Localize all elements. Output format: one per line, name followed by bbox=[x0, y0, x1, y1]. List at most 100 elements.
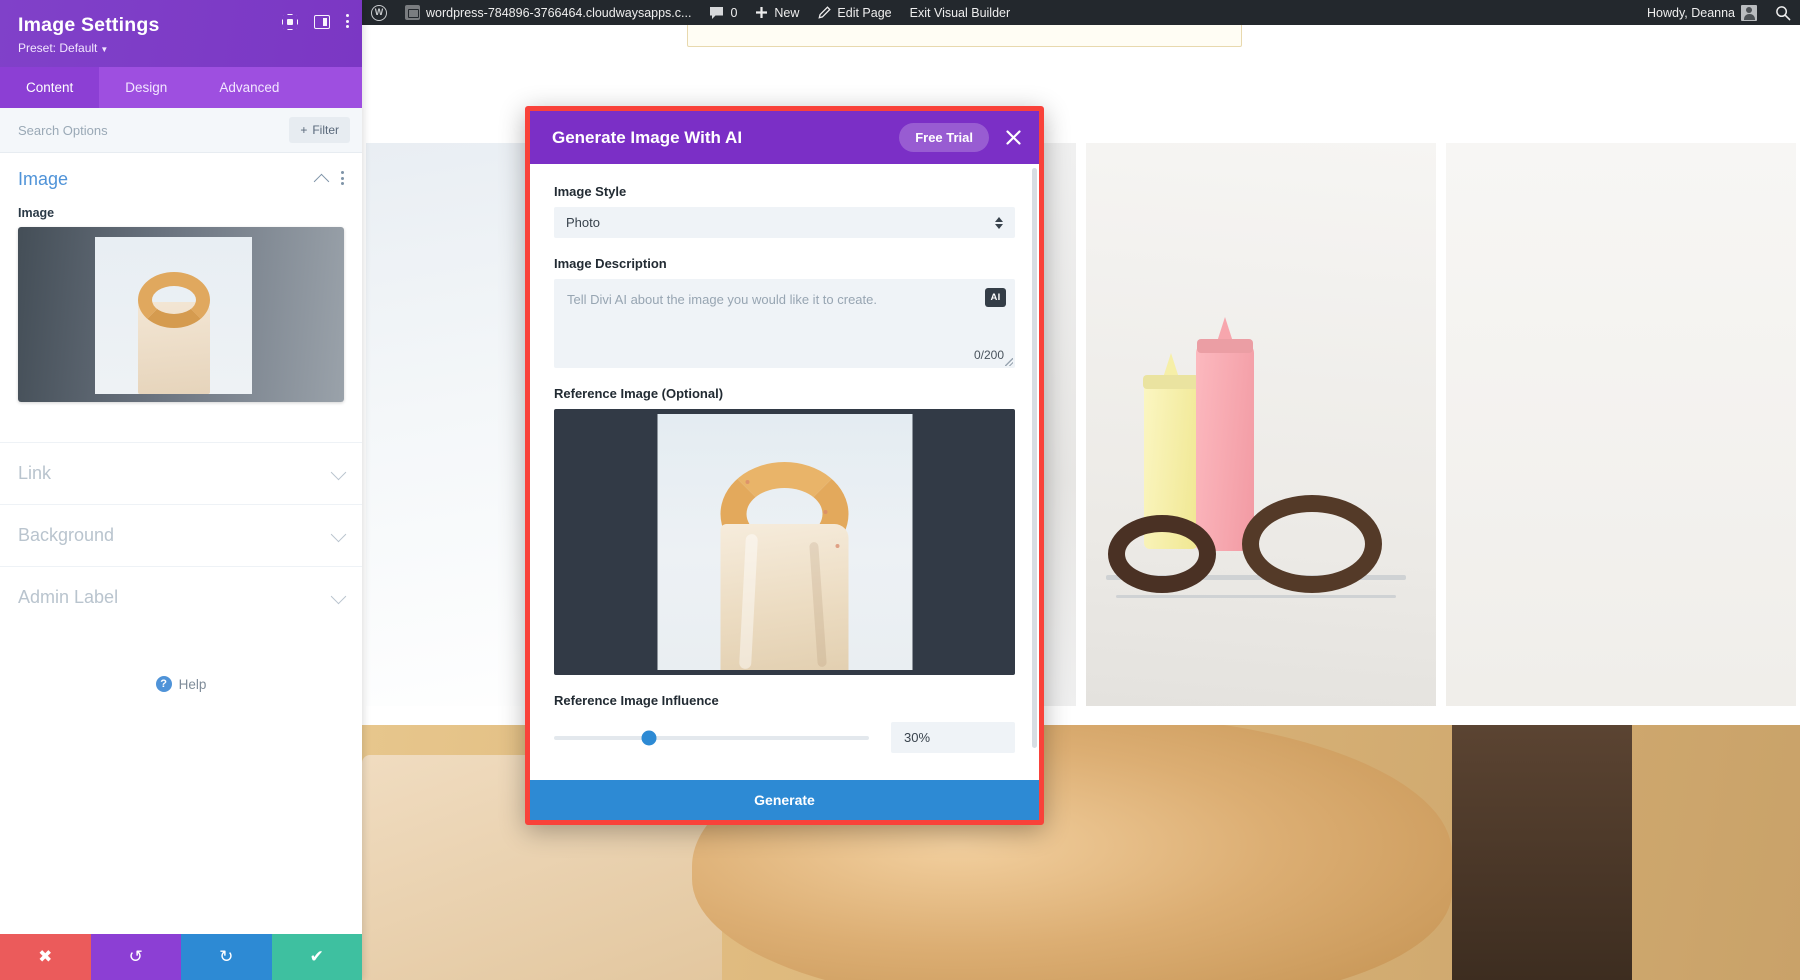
image-description-placeholder: Tell Divi AI about the image you would l… bbox=[567, 292, 877, 307]
modal-title: Generate Image With AI bbox=[552, 128, 887, 148]
sidebar-tabs: Content Design Advanced bbox=[0, 67, 362, 108]
howdy-label: Howdy, Deanna bbox=[1647, 6, 1735, 20]
edit-page-menu[interactable]: Edit Page bbox=[808, 0, 900, 25]
filter-label: Filter bbox=[312, 123, 339, 137]
tab-content[interactable]: Content bbox=[0, 67, 99, 108]
help-label: Help bbox=[179, 677, 207, 692]
new-content-menu[interactable]: New bbox=[746, 0, 808, 25]
ai-assist-badge[interactable]: AI bbox=[985, 288, 1006, 307]
search-input[interactable] bbox=[18, 123, 281, 138]
wp-admin-bar: wordpress-784896-3766464.cloudwaysapps.c… bbox=[362, 0, 1800, 25]
redo-button[interactable]: ↻ bbox=[181, 934, 272, 980]
canvas-top-module-outline bbox=[687, 25, 1242, 47]
question-circle-icon: ? bbox=[156, 676, 172, 692]
comment-bubble-icon bbox=[709, 6, 724, 20]
character-counter: 0/200 bbox=[974, 348, 1004, 362]
user-avatar-icon bbox=[1741, 5, 1757, 21]
exit-visual-builder-button[interactable]: Exit Visual Builder bbox=[901, 0, 1020, 25]
section-admin-label[interactable]: Admin Label bbox=[0, 566, 362, 628]
image-style-select[interactable]: Photo bbox=[554, 207, 1015, 238]
adminbar-search-button[interactable] bbox=[1766, 0, 1800, 25]
resize-handle-icon[interactable] bbox=[1005, 358, 1013, 366]
select-spinner-icon bbox=[995, 217, 1003, 229]
section-background-title: Background bbox=[18, 525, 114, 546]
preset-selector[interactable]: Preset: Default▼ bbox=[18, 41, 346, 55]
chevron-down-icon bbox=[331, 464, 347, 480]
image-style-label: Image Style bbox=[554, 184, 1015, 199]
panel-layout-icon[interactable] bbox=[314, 14, 330, 30]
site-dashboard-icon bbox=[405, 5, 420, 20]
modal-body: Image Style Photo Image Description Tell… bbox=[530, 164, 1039, 780]
reference-influence-value[interactable]: 30% bbox=[891, 722, 1015, 753]
tab-design[interactable]: Design bbox=[99, 67, 193, 108]
section-admin-label-title: Admin Label bbox=[18, 587, 118, 608]
gallery-image-4 bbox=[1446, 143, 1796, 706]
vertical-dots-icon[interactable] bbox=[341, 171, 344, 188]
plus-icon: + bbox=[300, 123, 307, 137]
sidebar-header: Image Settings Preset: Default▼ bbox=[0, 0, 362, 67]
search-icon bbox=[1775, 5, 1791, 21]
my-account-menu[interactable]: Howdy, Deanna bbox=[1638, 0, 1766, 25]
reference-bag-shape bbox=[721, 524, 849, 670]
save-button[interactable]: ✔ bbox=[272, 934, 363, 980]
section-image: Image Image bbox=[0, 153, 362, 402]
comments-menu[interactable]: 0 bbox=[700, 0, 746, 25]
chocolate-pretzel-left bbox=[1108, 515, 1216, 593]
pencil-icon bbox=[817, 6, 831, 20]
chevron-down-icon: ▼ bbox=[100, 45, 108, 54]
site-name-label: wordpress-784896-3766464.cloudwaysapps.c… bbox=[426, 6, 691, 20]
tab-advanced[interactable]: Advanced bbox=[193, 67, 305, 108]
thumbnail-photo bbox=[95, 237, 252, 394]
crumb-dot bbox=[745, 480, 749, 484]
vertical-dots-icon[interactable] bbox=[346, 14, 350, 30]
divi-settings-sidebar: Image Settings Preset: Default▼ Content … bbox=[0, 0, 362, 980]
wp-logo-menu[interactable] bbox=[362, 0, 396, 25]
section-spacer bbox=[0, 402, 362, 442]
section-link[interactable]: Link bbox=[0, 442, 362, 504]
section-link-title: Link bbox=[18, 463, 51, 484]
reference-influence-row: 30% bbox=[554, 722, 1015, 753]
gallery-image-3 bbox=[1086, 143, 1436, 706]
sidebar-footer-toolbar: ✖ ↺ ↻ ✔ bbox=[0, 934, 362, 980]
discard-changes-button[interactable]: ✖ bbox=[0, 934, 91, 980]
hero-dark-panel bbox=[1452, 725, 1632, 980]
chevron-up-icon[interactable] bbox=[314, 174, 330, 190]
crumb-dot bbox=[823, 510, 827, 514]
plus-icon bbox=[755, 6, 768, 19]
reference-influence-slider[interactable] bbox=[554, 736, 869, 740]
section-image-controls bbox=[316, 171, 344, 188]
slider-knob[interactable] bbox=[641, 730, 656, 745]
wordpress-logo-icon bbox=[371, 5, 387, 21]
site-name-menu[interactable]: wordpress-784896-3766464.cloudwaysapps.c… bbox=[396, 0, 700, 25]
chocolate-pretzel-right bbox=[1242, 495, 1382, 593]
exit-visual-builder-label: Exit Visual Builder bbox=[910, 6, 1011, 20]
image-description-label: Image Description bbox=[554, 256, 1015, 271]
focus-target-icon[interactable] bbox=[282, 14, 298, 30]
influence-value-text: 30% bbox=[904, 730, 930, 745]
reference-photo bbox=[657, 414, 912, 670]
section-background[interactable]: Background bbox=[0, 504, 362, 566]
image-thumbnail-preview[interactable] bbox=[18, 227, 344, 402]
edit-page-label: Edit Page bbox=[837, 6, 891, 20]
new-content-label: New bbox=[774, 6, 799, 20]
close-x-icon: ✖ bbox=[38, 947, 52, 967]
image-description-textarea[interactable]: Tell Divi AI about the image you would l… bbox=[554, 279, 1015, 368]
sidebar-header-icons bbox=[282, 14, 350, 30]
checkmark-icon: ✔ bbox=[310, 947, 324, 967]
modal-scrollbar[interactable] bbox=[1032, 168, 1037, 748]
pink-sauce-bottle bbox=[1196, 343, 1254, 551]
free-trial-badge[interactable]: Free Trial bbox=[899, 123, 989, 152]
redo-arrow-icon: ↻ bbox=[219, 947, 233, 967]
generate-button[interactable]: Generate bbox=[530, 780, 1039, 820]
undo-button[interactable]: ↺ bbox=[91, 934, 182, 980]
help-link[interactable]: ? Help bbox=[0, 676, 362, 692]
section-image-title: Image bbox=[18, 169, 68, 190]
image-style-value: Photo bbox=[566, 215, 600, 230]
filter-button[interactable]: + Filter bbox=[289, 117, 350, 143]
section-image-header[interactable]: Image bbox=[18, 169, 344, 190]
generate-image-with-ai-modal: Generate Image With AI Free Trial Image … bbox=[525, 106, 1044, 825]
close-modal-button[interactable] bbox=[1001, 126, 1025, 150]
reference-image-preview[interactable] bbox=[554, 409, 1015, 675]
pretzel-bag-art bbox=[95, 237, 252, 394]
sidebar-body: Image Image Link Back bbox=[0, 153, 362, 934]
